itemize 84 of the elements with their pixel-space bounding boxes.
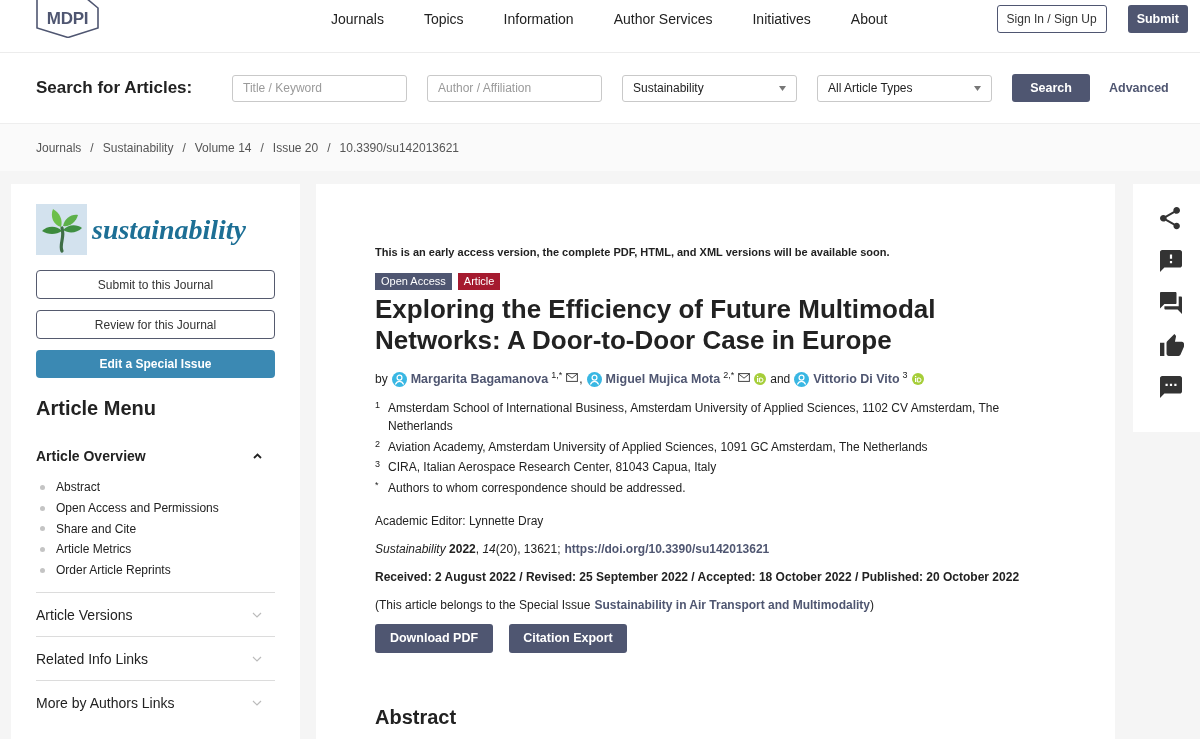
section-toggle[interactable]: More by Authors Links	[36, 681, 275, 725]
early-access-notice: This is an early access version, the complete PDF, HTML, and XML versions will be available soon.	[375, 246, 891, 259]
byline-text: by	[375, 372, 388, 386]
submit-button[interactable]: Submit	[1127, 5, 1188, 33]
bullet-icon	[40, 546, 45, 552]
share-icon[interactable]	[1160, 207, 1180, 230]
citation-export-button[interactable]: Citation Export	[509, 623, 627, 653]
envelope-icon[interactable]	[738, 373, 751, 382]
section-heading: Abstract	[375, 704, 458, 729]
dropdown-select[interactable]: Sustainability	[622, 74, 797, 102]
bullet-icon	[40, 484, 45, 490]
author-link[interactable]: Miguel Mujica Mota	[605, 372, 721, 386]
article-type-tag: Article	[457, 273, 501, 290]
plant-logo-icon	[36, 204, 87, 255]
affiliation-text: CIRA, Italian Aerospace Research Center, 81043 Capua, Italy	[388, 459, 718, 476]
journal-action-button[interactable]: Review for this Journal	[36, 310, 275, 339]
nav-link[interactable]: Topics	[423, 11, 464, 27]
search-button[interactable]: Search	[1012, 74, 1090, 102]
breadcrumb-separator: /	[260, 140, 264, 155]
sign-in-button[interactable]: Sign In / Sign Up	[996, 5, 1107, 33]
affiliation-mark: 3	[902, 370, 908, 380]
affiliation-text: Aviation Academy, Amsterdam University of Applied Sciences, 1091 GC Amsterdam, The Netherlands	[388, 438, 929, 456]
journal-action-button[interactable]: Edit a Special Issue	[36, 350, 275, 378]
advanced-search-link[interactable]: Advanced	[1109, 81, 1169, 95]
breadcrumb-link[interactable]: Sustainability	[102, 140, 174, 155]
breadcrumb-link[interactable]: Volume 14	[194, 140, 252, 155]
citation-text: Sustainability 2022, 14(20), 13621; https://doi.org/10.3390/su142013621	[375, 540, 771, 558]
nav-link[interactable]: Initiatives	[752, 11, 811, 27]
nav-link[interactable]: Journals	[331, 11, 384, 27]
bullet-icon	[40, 526, 45, 532]
chat-bubbles-icon[interactable]	[1160, 292, 1182, 314]
menu-link[interactable]: Abstract	[36, 477, 275, 498]
affiliation-mark: 1	[375, 399, 381, 412]
breadcrumb-separator: /	[90, 140, 94, 155]
bullet-icon	[40, 567, 45, 573]
nav-link[interactable]: Author Services	[613, 11, 713, 27]
affiliation-text: Authors to whom correspondence should be addressed.	[388, 479, 687, 497]
journal-action-button[interactable]: Submit to this Journal	[36, 270, 275, 299]
search-field[interactable]: Title / Keyword	[232, 74, 407, 102]
breadcrumb-link[interactable]: Issue 20	[272, 140, 319, 155]
publication-dates: Received: 2 August 2022 / Revised: 25 September 2022 / Accepted: 18 October 2022 / Published: 20 October 2022	[375, 568, 1021, 586]
menu-link[interactable]: Article Metrics	[36, 539, 275, 560]
menu-link[interactable]: Open Access and Permissions	[36, 497, 275, 519]
dropdown-select[interactable]: All Article Types	[817, 74, 992, 102]
menu-title: Article Menu	[36, 396, 158, 420]
academic-editor-text: Academic Editor: Lynnette Dray	[375, 512, 545, 530]
search-field[interactable]: Author / Affiliation	[427, 74, 602, 102]
author-link[interactable]: Vittorio Di Vito	[813, 372, 900, 386]
access-tag: Open Access	[375, 273, 452, 290]
nav-link[interactable]: Information	[503, 11, 574, 27]
section-toggle[interactable]: Article Versions	[36, 593, 275, 637]
author-link[interactable]: Margarita Bagamanova	[410, 372, 549, 386]
breadcrumb-separator: /	[327, 140, 331, 155]
affiliation-mark: 1,*	[551, 370, 563, 380]
thumbs-up-icon[interactable]	[1160, 334, 1184, 356]
menu-link[interactable]: Order Article Reprints	[36, 559, 275, 581]
special-issue-link[interactable]: Sustainability in Air Transport and Multimodality	[594, 597, 871, 612]
special-issue-note: (This article belongs to the Special Issue Sustainability in Air Transport and Multimodality)	[375, 596, 876, 614]
author-separator: ,	[579, 372, 583, 386]
affiliation-mark: 2,*	[723, 370, 735, 380]
affiliation-text: Amsterdam School of International Business, Amsterdam University of Applied Sciences, 1102 CV Amsterdam, The Netherlands	[388, 400, 1001, 435]
dropdown-caret-icon	[779, 85, 786, 91]
author-separator: and	[770, 372, 791, 386]
menu-link[interactable]: Share and Cite	[36, 518, 275, 540]
doi-link[interactable]: https://doi.org/10.3390/su142013621	[564, 541, 770, 556]
search-label: Search for Articles:	[36, 78, 194, 98]
affiliation-mark: 3	[375, 458, 381, 471]
chat-dots-icon[interactable]	[1160, 376, 1182, 398]
affiliation-mark: *	[375, 478, 380, 492]
article-title: Exploring the Efficiency of Future Multimodal Networks: A Door-to-Door Case in Europe	[375, 294, 937, 356]
nav-link[interactable]: About	[850, 11, 888, 27]
logo[interactable]: MDPI	[36, 0, 99, 38]
breadcrumb-separator: /	[182, 140, 186, 155]
breadcrumb-link[interactable]: Journals	[36, 140, 82, 155]
affiliation-mark: 2	[375, 437, 381, 451]
section-toggle[interactable]: Related Info Links	[36, 637, 275, 681]
journal-name: sustainability	[92, 213, 247, 246]
envelope-icon[interactable]	[566, 373, 579, 382]
download-pdf-button[interactable]: Download PDF	[375, 623, 493, 653]
bullet-icon	[40, 505, 45, 511]
alert-bubble-icon[interactable]	[1160, 250, 1182, 272]
section-toggle[interactable]: Article Overview	[36, 434, 275, 477]
breadcrumb-link[interactable]: 10.3390/su142013621	[339, 140, 459, 155]
dropdown-caret-icon	[974, 85, 981, 91]
